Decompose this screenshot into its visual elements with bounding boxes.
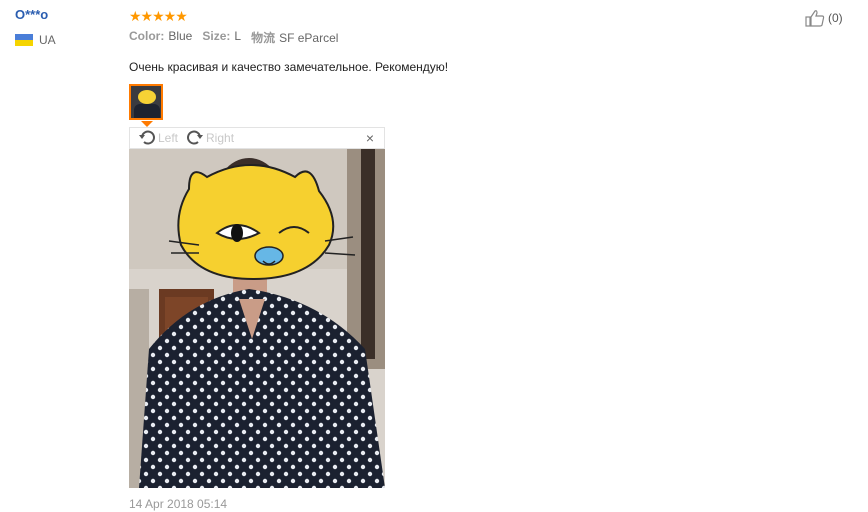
thumbs-up-icon (805, 10, 825, 27)
star-rating: ★★★★★ (129, 8, 188, 24)
reviewer-name: O***o (15, 7, 49, 22)
reviewer-country: UA (15, 33, 56, 47)
helpful-count: (0) (828, 11, 843, 25)
close-viewer-button[interactable]: × (366, 130, 374, 146)
rotate-right-icon (187, 130, 204, 145)
photo-viewer-toolbar: Left Right × (129, 127, 385, 149)
rotate-left-button[interactable]: Left (138, 129, 178, 147)
size-info: Size: L (202, 29, 242, 43)
review-photo (129, 149, 385, 488)
helpful-button[interactable]: (0) (805, 9, 843, 27)
ukraine-flag-icon (15, 34, 33, 46)
color-info: Color: Blue (129, 29, 193, 43)
review-text: Очень красивая и качество замечательное.… (129, 60, 449, 74)
rotate-left-label: Left (158, 131, 179, 145)
rotate-right-button[interactable]: Right (186, 129, 234, 147)
country-code: UA (39, 33, 56, 47)
rotate-right-label: Right (206, 131, 235, 145)
rotate-left-icon (139, 130, 155, 145)
shipping-info: 物流 SF eParcel (251, 31, 339, 45)
review-photo-thumbnail[interactable] (129, 84, 163, 120)
review-date: 14 Apr 2018 05:14 (129, 497, 228, 511)
order-info: Color: Blue Size: L 物流 SF eParcel (129, 29, 338, 46)
